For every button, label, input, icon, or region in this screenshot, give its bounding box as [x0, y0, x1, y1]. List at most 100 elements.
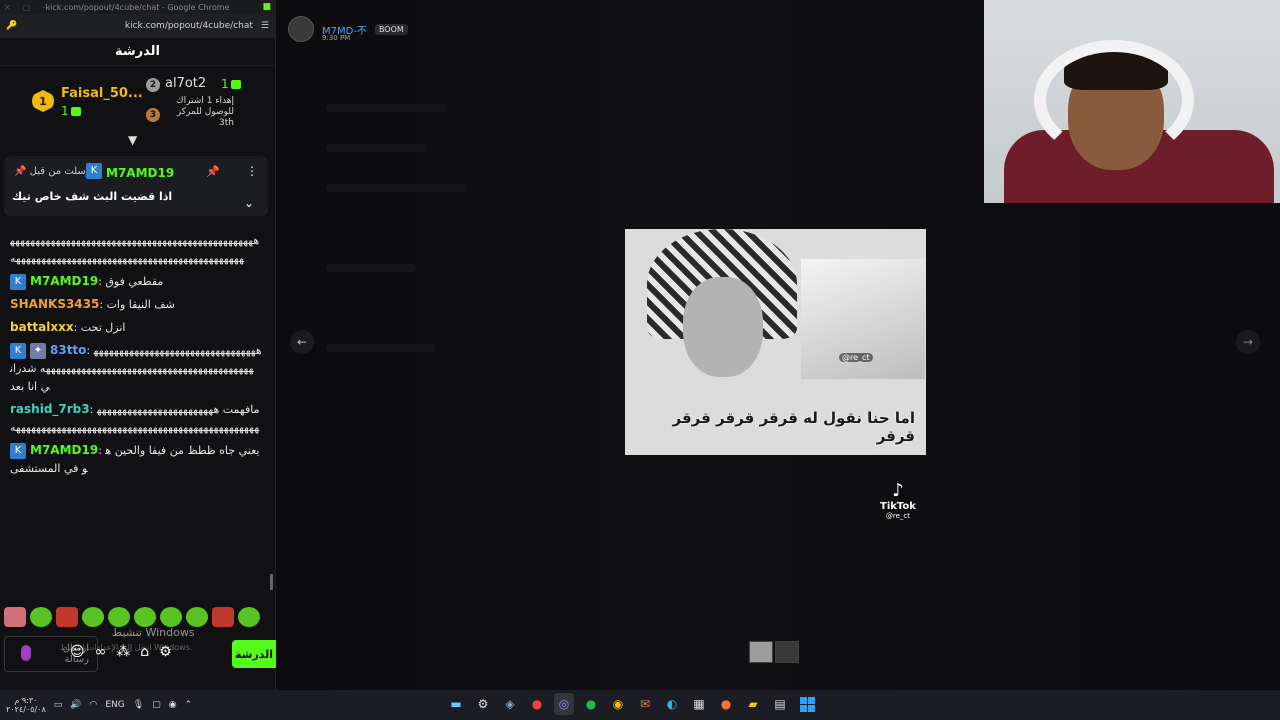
- chat-text: انزل تحت: [80, 321, 126, 334]
- chat-username[interactable]: M7AMD19: [30, 274, 98, 288]
- media-handle: @re_ct: [839, 353, 873, 362]
- chat-messages[interactable]: هههههههههههههههههههههههههههههههههههههههه…: [0, 232, 272, 597]
- kick-badge-icon: K: [10, 274, 26, 290]
- pinned-message[interactable]: 📌 أرسلت من قبل K M7AMD19 📌 ⋮ اذا قضيت ال…: [4, 156, 268, 216]
- settings-icon[interactable]: ⚙: [473, 693, 493, 715]
- media-image[interactable]: @re_ct اما حنا نقول له قرقر قرقر قرقر قر…: [625, 229, 926, 455]
- language-indicator[interactable]: ENG: [105, 700, 124, 710]
- leader-1-name[interactable]: Faisal_50...: [61, 86, 143, 101]
- emote-picker-icon[interactable]: ☺: [70, 644, 85, 660]
- browser-titlebar: ✕ ▢ — kick.com/popout/4cube/chat - Google …: [0, 0, 275, 14]
- rank-3-badge: 3: [146, 108, 160, 122]
- emote-bar: [4, 606, 272, 628]
- clock-date: ٢٠٢٤/٠٥/٠٨: [6, 705, 46, 714]
- emote[interactable]: [108, 607, 130, 627]
- chat-message[interactable]: SHANKS3435: شف النيقا وات: [10, 295, 262, 314]
- app-tray-icon[interactable]: ◉: [169, 700, 177, 710]
- chevron-up-icon[interactable]: ⌃: [185, 700, 193, 710]
- more-icon[interactable]: ⋮: [246, 164, 258, 178]
- emote[interactable]: [212, 607, 234, 627]
- thumbnail[interactable]: [775, 641, 799, 663]
- leader-2-name[interactable]: al7ot2: [165, 76, 206, 91]
- tiktok-watermark: ♪ TikTok @re_ct: [880, 480, 916, 520]
- emote[interactable]: [238, 607, 260, 627]
- steam-icon[interactable]: ◈: [500, 693, 520, 715]
- chat-text: هههههههههههههههههههههههههههههههههههههههه…: [10, 234, 260, 265]
- chat-message[interactable]: rashid_7rb3: مافهمت هههههههههههههههههههه…: [10, 400, 262, 437]
- chrome-icon[interactable]: ◉: [608, 693, 628, 715]
- emote[interactable]: [30, 607, 52, 627]
- sub-icon: [230, 80, 241, 89]
- chat-username[interactable]: SHANKS3435: [10, 297, 99, 311]
- emote[interactable]: [82, 607, 104, 627]
- chat-message[interactable]: K M7AMD19: مقطعي فوق: [10, 272, 262, 291]
- calendar-icon[interactable]: ▦: [689, 693, 709, 715]
- firefox-icon[interactable]: ●: [716, 693, 736, 715]
- store-icon[interactable]: ⌂: [140, 644, 149, 660]
- face: [683, 277, 763, 377]
- infinity-icon[interactable]: ∞: [95, 644, 107, 660]
- collapse-icon[interactable]: ▼: [128, 133, 137, 147]
- screen-icon[interactable]: ▢: [152, 700, 161, 710]
- emote[interactable]: [56, 607, 78, 627]
- chat-username[interactable]: battalxxx: [10, 320, 74, 334]
- send-button[interactable]: الدرشة: [232, 640, 276, 668]
- explorer-icon[interactable]: ▰: [743, 693, 763, 715]
- media-caption: اما حنا نقول له قرقر قرقر قرقر قرقر: [672, 409, 915, 445]
- gear-icon[interactable]: ⚙: [159, 644, 172, 660]
- gift-prompt: إهداء 1 اشتراك للوصول للمركز 3th: [176, 96, 234, 128]
- chat-username[interactable]: rashid_7rb3: [10, 402, 90, 416]
- webcam-overlay: [984, 0, 1280, 203]
- separator: :: [89, 403, 97, 416]
- app-icon[interactable]: ●: [527, 693, 547, 715]
- notification-icon[interactable]: ▭: [54, 700, 63, 710]
- chat-username[interactable]: M7AMD19: [30, 443, 98, 457]
- url-bar[interactable]: 🔑 kick.com/popout/4cube/chat ☰: [0, 14, 275, 38]
- terminal-icon[interactable]: ▬: [446, 693, 466, 715]
- mic-icon[interactable]: 🎙: [133, 700, 144, 710]
- arrow-left-icon[interactable]: ←: [290, 330, 314, 354]
- background-row: [326, 184, 466, 192]
- chevron-down-icon[interactable]: ⌄: [244, 196, 254, 210]
- spotify-icon[interactable]: ●: [581, 693, 601, 715]
- chat-message[interactable]: K ✦ 83tto: ههههههههههههههههههههههههههههههه…: [10, 341, 262, 396]
- clock[interactable]: ٩:٣٠ م ٢٠٢٤/٠٥/٠٨: [6, 696, 46, 714]
- background-row: [326, 144, 426, 152]
- window-controls[interactable]: ✕ ▢ —: [4, 3, 50, 12]
- background-row: [326, 104, 446, 112]
- share-icon[interactable]: ⁂: [116, 644, 130, 660]
- media-poster: M7MD-不 BOOM 9:30 PM: [288, 16, 408, 42]
- clock-time: ٩:٣٠ م: [14, 696, 38, 705]
- chat-message[interactable]: هههههههههههههههههههههههههههههههههههههههه…: [10, 232, 262, 268]
- wifi-icon[interactable]: ◠: [90, 700, 98, 710]
- separator: :: [99, 298, 107, 311]
- thumbnail[interactable]: [749, 641, 773, 663]
- start-icon[interactable]: [797, 693, 817, 715]
- pin-icon[interactable]: 📌: [206, 165, 220, 178]
- emote[interactable]: [4, 607, 26, 627]
- emote[interactable]: [134, 607, 156, 627]
- emote[interactable]: [186, 607, 208, 627]
- gift-badge-icon: ✦: [30, 343, 46, 359]
- key-icon: 🔑: [6, 21, 18, 31]
- scrollbar[interactable]: [270, 574, 273, 590]
- edge-icon[interactable]: ◐: [662, 693, 682, 715]
- sub-icon: [70, 107, 81, 116]
- chat-message[interactable]: K M7AMD19: يعني جاه ظطظ من فيفا والحين هو…: [10, 441, 262, 478]
- chat-message[interactable]: battalxxx: انزل تحت: [10, 318, 262, 337]
- separator: :: [86, 344, 94, 357]
- window-icon[interactable]: ▤: [770, 693, 790, 715]
- pinned-user[interactable]: M7AMD19: [106, 166, 174, 180]
- tune-icon[interactable]: ☰: [261, 21, 269, 31]
- thumbnail-strip: [749, 641, 799, 663]
- volume-icon[interactable]: 🔊: [70, 700, 81, 710]
- chat-title: الدرشة: [0, 38, 275, 66]
- kick-badge-icon: K: [10, 343, 26, 359]
- background-row: [326, 344, 436, 352]
- emote[interactable]: [160, 607, 182, 627]
- chat-username[interactable]: 83tto: [50, 343, 86, 357]
- arrow-right-icon[interactable]: →: [1236, 330, 1260, 354]
- mail-icon[interactable]: ✉: [635, 693, 655, 715]
- discord-icon[interactable]: ◎: [554, 693, 574, 715]
- leader-1-count: 1: [61, 104, 81, 118]
